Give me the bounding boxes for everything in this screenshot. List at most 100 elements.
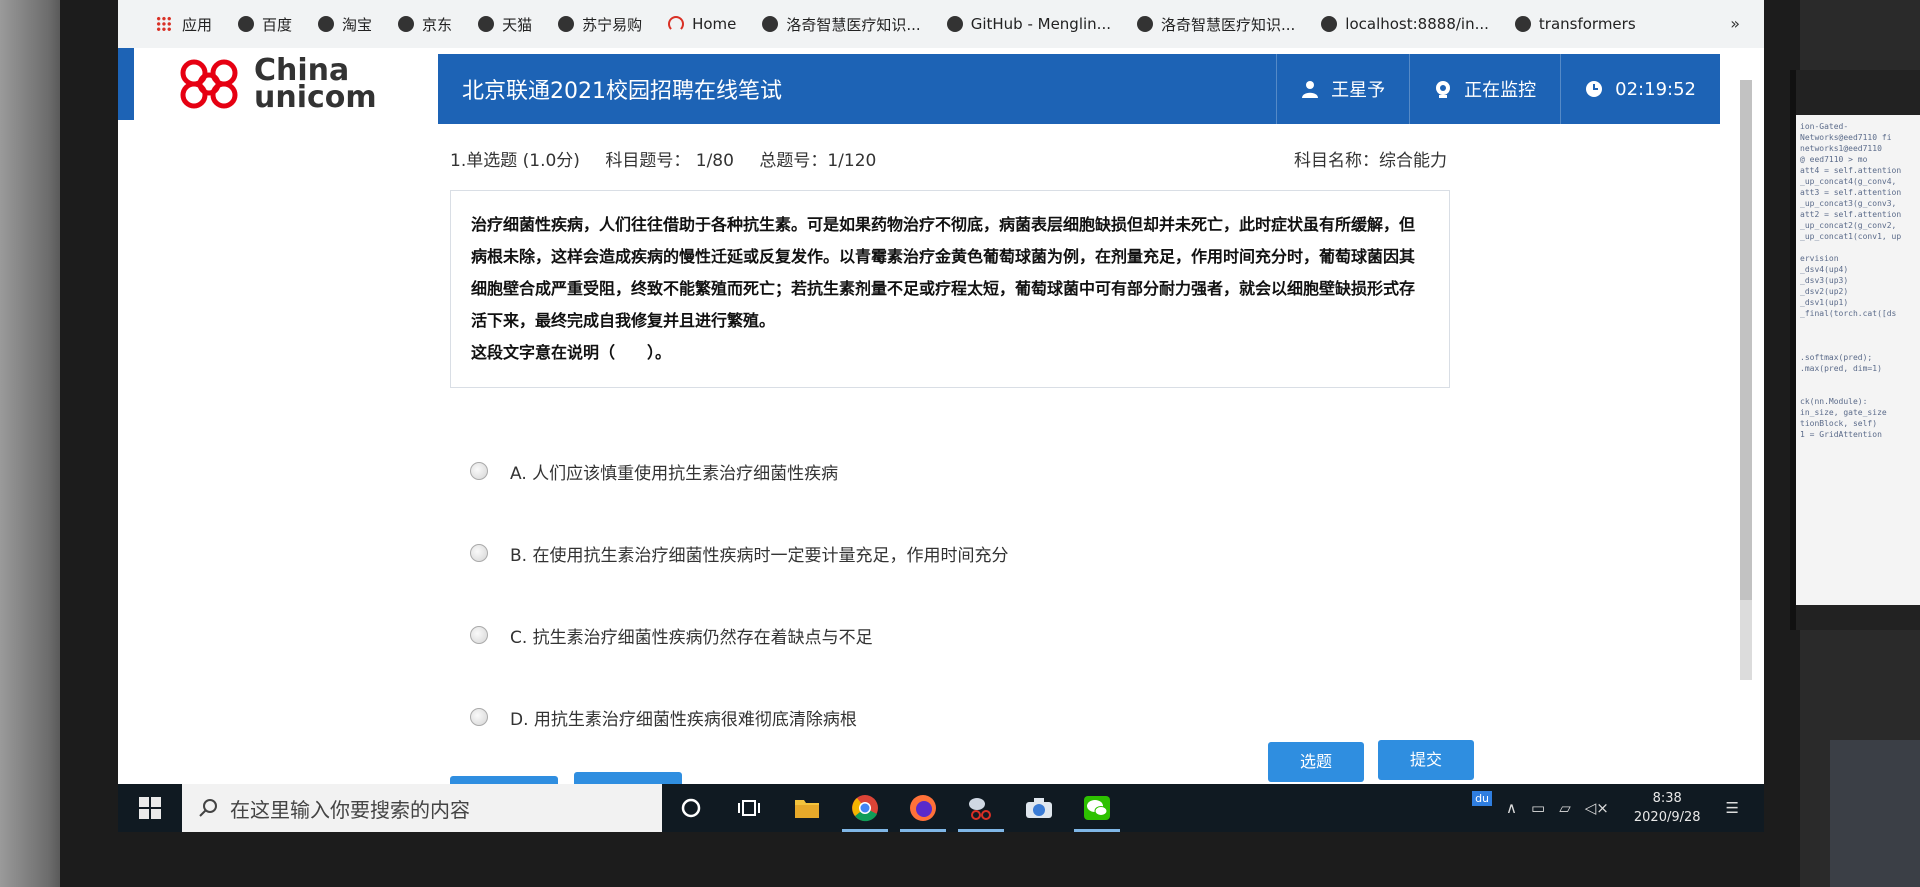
github-icon [1514, 16, 1531, 32]
user-name: 王星予 [1331, 80, 1386, 101]
option-label: D. 用抗生素治疗细菌性疾病很难彻底清除病根 [510, 709, 857, 730]
bookmark-label: 百度 [262, 15, 293, 34]
clock-time: 8:38 [1652, 791, 1682, 806]
globe-icon [1321, 16, 1338, 32]
bookmarks-overflow-button[interactable]: » [1730, 14, 1740, 33]
task-view-button[interactable] [720, 784, 778, 832]
submit-button[interactable]: 提交 [1378, 740, 1474, 780]
bookmark-item[interactable]: localhost:8888/in... [1321, 15, 1489, 33]
firefox-icon [910, 795, 936, 821]
scissors-icon [969, 798, 991, 820]
globe-icon [1136, 16, 1153, 32]
user-icon [1302, 81, 1319, 98]
task-view-icon [738, 800, 760, 816]
answer-option[interactable]: D. 用抗生素治疗细菌性疾病很难彻底清除病根 [470, 676, 1370, 758]
keyboard [1830, 740, 1920, 887]
wechat-icon [1084, 796, 1110, 820]
exam-header: 北京联通2021校园招聘在线笔试 王星予 正在监控 02:19:52 [438, 54, 1720, 124]
cortana-button[interactable] [662, 784, 720, 832]
stem-prompt: 这段文字意在说明（ ）。 [471, 343, 672, 362]
bookmark-label: 洛奇智慧医疗知识... [1160, 15, 1296, 34]
option-label: C. 抗生素治疗细菌性疾病仍然存在着缺点与不足 [510, 627, 873, 648]
globe-icon [318, 16, 335, 32]
globe-icon [238, 16, 255, 32]
github-icon [946, 16, 963, 32]
subject-question-number: 科目题号： 1/80 [605, 151, 734, 171]
answer-option[interactable]: C. 抗生素治疗细菌性疾病仍然存在着缺点与不足 [470, 594, 1370, 676]
radio-button[interactable] [470, 544, 488, 562]
apps-icon [156, 16, 172, 32]
radio-button[interactable] [470, 462, 488, 480]
webcam-icon [1436, 81, 1451, 98]
answer-options: A. 人们应该慎重使用抗生素治疗细菌性疾病 B. 在使用抗生素治疗细菌性疾病时一定… [470, 430, 1370, 758]
taskbar-clock[interactable]: 8:38 2020/9/28 [1634, 789, 1701, 827]
option-label: B. 在使用抗生素治疗细菌性疾病时一定要计量充足，作用时间充分 [510, 545, 1009, 566]
firefox-button[interactable] [894, 784, 952, 832]
bookmark-item[interactable]: GitHub - Menglin... [946, 15, 1111, 33]
exam-title: 北京联通2021校园招聘在线笔试 [462, 79, 782, 104]
network-icon[interactable]: ▭ [1531, 799, 1545, 817]
globe-icon [558, 16, 575, 32]
chrome-icon [852, 795, 878, 822]
radio-button[interactable] [470, 708, 488, 726]
bookmark-label: 洛奇智慧医疗知识... [786, 15, 921, 34]
monitor-status: 正在监控 [1409, 54, 1560, 124]
bookmark-item[interactable]: Home [668, 15, 736, 33]
second-monitor-code: ion-Gated-Networks@eed7110 fi networks1@e… [1796, 115, 1920, 605]
stem-text: 治疗细菌性疾病，人们往往借助于各种抗生素。可是如果药物治疗不彻底，病菌表层细胞缺… [471, 215, 1416, 330]
chrome-button[interactable] [836, 784, 894, 832]
total-question-number: 总题号：1/120 [759, 151, 877, 171]
wechat-button[interactable] [1068, 784, 1126, 832]
windows-taskbar: 在这里输入你要搜索的内容 du ∧ ▭ ▱ ◁× 8:38 2020/9/28 [118, 784, 1764, 832]
bookmark-item[interactable]: 百度 [238, 14, 292, 35]
bookmark-item[interactable]: 洛奇智慧医疗知识... [762, 14, 921, 35]
globe-icon [398, 16, 415, 32]
clock-date: 2020/9/28 [1633, 810, 1701, 825]
bookmark-label: 应用 [182, 15, 213, 34]
radio-button[interactable] [470, 626, 488, 644]
volume-muted-icon[interactable]: ◁× [1585, 799, 1609, 817]
notification-icon[interactable]: ☰ [1726, 799, 1739, 817]
bookmark-item[interactable]: 应用 [156, 14, 212, 35]
bookmark-label: 京东 [422, 15, 453, 34]
cortana-icon [681, 798, 701, 818]
user-info: 王星予 [1276, 54, 1409, 124]
bookmark-item[interactable]: 京东 [398, 14, 452, 35]
bookmark-item[interactable]: 天猫 [478, 14, 532, 35]
bookmark-label: 苏宁易购 [582, 15, 643, 34]
search-icon [199, 799, 217, 817]
snipping-tool-button[interactable] [952, 784, 1010, 832]
bookmark-label: Home [692, 15, 737, 33]
chat-icon[interactable]: ▱ [1559, 799, 1571, 817]
file-explorer-button[interactable] [778, 784, 836, 832]
baidu-input-icon[interactable]: du [1472, 790, 1493, 806]
answer-option[interactable]: A. 人们应该慎重使用抗生素治疗细菌性疾病 [470, 430, 1370, 512]
home-arc-icon [668, 16, 685, 32]
clock-icon [1586, 81, 1603, 97]
folder-icon [795, 800, 819, 818]
brand-line2: unicom [254, 80, 377, 115]
camera-button[interactable] [1010, 784, 1068, 832]
taskbar-search[interactable]: 在这里输入你要搜索的内容 [182, 784, 662, 832]
page-scrollbar-thumb[interactable] [1740, 80, 1752, 600]
bookmark-item[interactable]: 苏宁易购 [558, 14, 642, 35]
globe-icon [478, 16, 495, 32]
bookmark-item[interactable]: 淘宝 [318, 14, 372, 35]
timer-value: 02:19:52 [1615, 78, 1696, 100]
monitor-label: 正在监控 [1464, 80, 1537, 101]
question-stem: 治疗细菌性疾病，人们往往借助于各种抗生素。可是如果药物治疗不彻底，病菌表层细胞缺… [450, 190, 1450, 388]
question-type: 1.单选题 (1.0分) [450, 151, 580, 171]
bookmarks-bar: 应用 百度 淘宝 京东 天猫 苏宁易购 Home 洛奇智慧医疗知识... GitHub - Me… [118, 0, 1764, 48]
bookmark-label: localhost:8888/in... [1345, 15, 1489, 33]
bookmark-label: 天猫 [502, 15, 533, 34]
search-placeholder: 在这里输入你要搜索的内容 [230, 797, 470, 822]
globe-icon [762, 16, 779, 32]
select-question-button[interactable]: 选题 [1268, 742, 1364, 782]
answer-option[interactable]: B. 在使用抗生素治疗细菌性疾病时一定要计量充足，作用时间充分 [470, 512, 1370, 594]
chevron-up-icon[interactable]: ∧ [1506, 799, 1517, 817]
system-tray: du ∧ ▭ ▱ ◁× 8:38 2020/9/28 ☰ [1465, 784, 1764, 832]
bookmark-item[interactable]: transformers [1514, 15, 1636, 33]
bookmark-item[interactable]: 洛奇智慧医疗知识... [1136, 14, 1296, 35]
windows-icon [139, 797, 161, 819]
start-button[interactable] [118, 784, 182, 832]
